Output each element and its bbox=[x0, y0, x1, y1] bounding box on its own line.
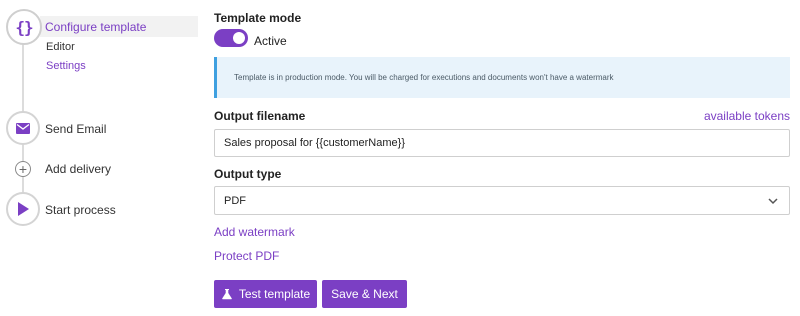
test-template-button[interactable]: Test template bbox=[214, 280, 317, 308]
output-type-title: Output type bbox=[214, 167, 282, 181]
send-email-step-icon[interactable] bbox=[6, 111, 40, 145]
test-template-label: Test template bbox=[238, 287, 311, 301]
output-filename-input[interactable] bbox=[214, 129, 790, 157]
step-add-delivery[interactable]: Add delivery bbox=[45, 162, 111, 176]
chevron-down-icon bbox=[768, 198, 778, 205]
save-next-label: Save & Next bbox=[331, 287, 398, 301]
available-tokens-link[interactable]: available tokens bbox=[704, 109, 790, 123]
template-mode-toggle[interactable] bbox=[214, 29, 248, 47]
info-message: Template is in production mode. You will… bbox=[234, 73, 614, 82]
step-start-process[interactable]: Start process bbox=[45, 203, 116, 217]
output-filename-title: Output filename bbox=[214, 109, 306, 123]
subitem-settings[interactable]: Settings bbox=[46, 60, 86, 72]
template-mode-title: Template mode bbox=[214, 11, 302, 25]
step-send-email[interactable]: Send Email bbox=[45, 122, 106, 136]
start-process-step-icon[interactable] bbox=[6, 192, 40, 226]
envelope-icon bbox=[16, 122, 30, 134]
save-next-button[interactable]: Save & Next bbox=[322, 280, 407, 308]
toggle-label: Active bbox=[254, 34, 287, 48]
plus-circle-icon[interactable]: + bbox=[15, 161, 31, 177]
output-type-select[interactable]: PDF bbox=[214, 186, 790, 215]
step-configure-template[interactable]: Configure template bbox=[45, 20, 146, 34]
braces-icon: {} bbox=[15, 17, 33, 37]
toggle-knob bbox=[233, 32, 245, 44]
protect-pdf-link[interactable]: Protect PDF bbox=[214, 249, 279, 263]
workflow-sidebar: {} Configure template Editor Settings Se… bbox=[0, 0, 200, 316]
info-banner: Template is in production mode. You will… bbox=[214, 57, 790, 98]
output-type-value: PDF bbox=[224, 194, 246, 207]
play-icon bbox=[18, 202, 29, 216]
configure-template-step-icon[interactable]: {} bbox=[6, 9, 42, 45]
subitem-editor[interactable]: Editor bbox=[46, 41, 75, 53]
flask-icon bbox=[221, 289, 232, 300]
add-watermark-link[interactable]: Add watermark bbox=[214, 225, 295, 239]
